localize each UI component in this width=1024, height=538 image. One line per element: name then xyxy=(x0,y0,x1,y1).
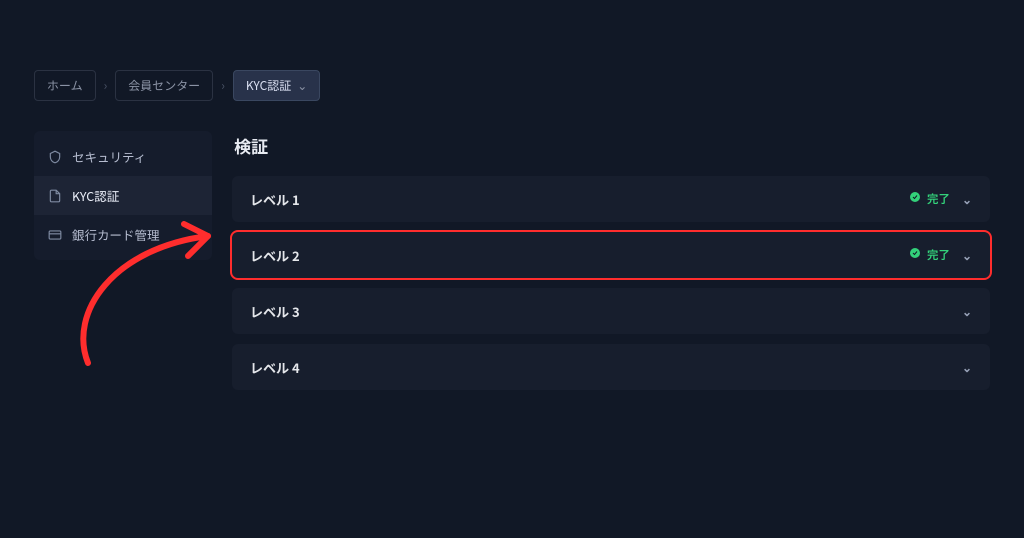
sidebar-item-label: KYC認証 xyxy=(72,186,119,205)
check-circle-icon xyxy=(909,247,921,263)
page-title: 検証 xyxy=(234,133,990,158)
crumb-member-label: 会員センター xyxy=(128,77,200,94)
chevron-down-icon: ⌄ xyxy=(962,191,972,208)
level-status: 完了 ⌄ xyxy=(909,191,972,208)
crumb-current[interactable]: KYC認証 ⌄ xyxy=(233,70,320,101)
sidebar-item-label: セキュリティ xyxy=(72,147,146,166)
chevron-down-icon: ⌄ xyxy=(962,247,972,264)
level-row-4[interactable]: レベル 4 ⌄ xyxy=(232,344,990,390)
level-label: レベル 2 xyxy=(250,246,300,265)
level-label: レベル 3 xyxy=(250,302,300,321)
chevron-down-icon: ⌄ xyxy=(962,303,972,320)
level-row-1[interactable]: レベル 1 完了 ⌄ xyxy=(232,176,990,222)
chevron-down-icon: ⌄ xyxy=(297,77,307,94)
main: 検証 レベル 1 完了 ⌄ レベル 2 完了 ⌄ xyxy=(228,131,990,400)
chevron-down-icon: ⌄ xyxy=(962,359,972,376)
chevron-right-icon: › xyxy=(219,77,227,94)
chevron-right-icon: › xyxy=(102,77,110,94)
crumb-home[interactable]: ホーム xyxy=(34,70,96,101)
sidebar: セキュリティ KYC認証 銀行カード管理 xyxy=(34,131,212,260)
level-status-text: 完了 xyxy=(927,247,950,263)
credit-card-icon xyxy=(48,228,62,242)
level-status: 完了 ⌄ xyxy=(909,247,972,264)
sidebar-item-label: 銀行カード管理 xyxy=(72,225,160,244)
sidebar-item-kyc[interactable]: KYC認証 xyxy=(34,176,212,215)
shield-icon xyxy=(48,150,62,164)
file-icon xyxy=(48,189,62,203)
crumb-current-label: KYC認証 xyxy=(246,77,291,94)
check-circle-icon xyxy=(909,191,921,207)
level-status-text: 完了 xyxy=(927,191,950,207)
level-row-2[interactable]: レベル 2 完了 ⌄ xyxy=(232,232,990,278)
crumb-member[interactable]: 会員センター xyxy=(115,70,213,101)
level-label: レベル 1 xyxy=(250,190,300,209)
crumb-home-label: ホーム xyxy=(47,77,83,94)
level-label: レベル 4 xyxy=(250,358,300,377)
sidebar-item-security[interactable]: セキュリティ xyxy=(34,137,212,176)
breadcrumb: ホーム › 会員センター › KYC認証 ⌄ xyxy=(34,70,990,101)
sidebar-item-bankcard[interactable]: 銀行カード管理 xyxy=(34,215,212,254)
level-row-3[interactable]: レベル 3 ⌄ xyxy=(232,288,990,334)
